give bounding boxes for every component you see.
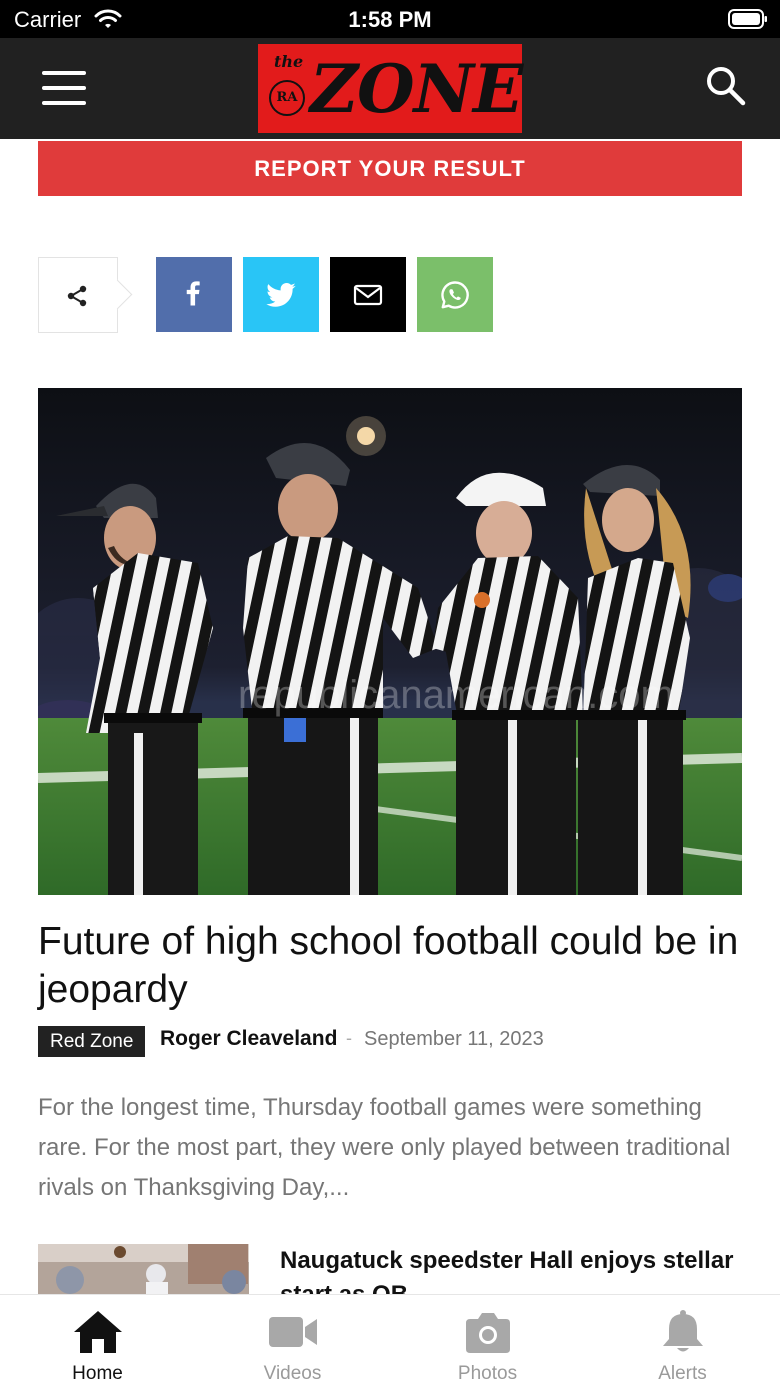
tab-videos[interactable]: Videos <box>195 1295 390 1388</box>
article-hero-image[interactable]: republicanamerican.com <box>38 388 742 895</box>
email-share-button[interactable] <box>330 257 406 332</box>
author-name[interactable]: Roger Cleaveland <box>160 1027 337 1051</box>
app-header: the RA ZONE <box>0 38 780 139</box>
next-article-title[interactable]: Naugatuck speedster Hall enjoys stellar … <box>280 1244 740 1294</box>
article-title[interactable]: Future of high school football could be … <box>38 918 742 1014</box>
meta-separator: - <box>346 1028 352 1048</box>
tab-photos-label: Photos <box>457 1363 518 1384</box>
clock-time: 1:58 PM <box>348 7 432 32</box>
twitter-share-button[interactable] <box>243 257 319 332</box>
report-result-button[interactable]: REPORT YOUR RESULT <box>38 141 742 196</box>
video-camera-icon <box>269 1317 317 1347</box>
logo-small-text: the <box>274 52 304 71</box>
next-article-thumbnail[interactable] <box>38 1244 249 1294</box>
article-meta: Red Zone Roger Cleaveland - September 11… <box>38 1026 742 1057</box>
tab-home[interactable]: Home <box>0 1295 195 1388</box>
bottom-tab-bar: Home Videos Photos Alerts <box>0 1294 780 1388</box>
share-icon <box>67 285 87 307</box>
status-bar: Carrier 1:58 PM <box>0 0 780 38</box>
battery-icon <box>728 9 768 29</box>
publish-date: September 11, 2023 <box>364 1028 544 1050</box>
facebook-share-button[interactable] <box>156 257 232 332</box>
hamburger-icon[interactable] <box>42 71 86 105</box>
whatsapp-icon <box>441 281 469 309</box>
whatsapp-share-button[interactable] <box>417 257 493 332</box>
tab-alerts[interactable]: Alerts <box>585 1295 780 1388</box>
facebook-icon <box>186 281 200 306</box>
logo-main-text: ZONE <box>310 50 523 128</box>
category-badge[interactable]: Red Zone <box>38 1026 146 1057</box>
twitter-icon <box>266 283 296 307</box>
search-icon[interactable] <box>704 64 748 108</box>
image-watermark: republicanamerican.com <box>238 673 674 717</box>
tab-alerts-label: Alerts <box>658 1363 707 1384</box>
logo-badge: RA <box>269 80 305 116</box>
bell-icon <box>663 1310 703 1352</box>
tab-home-label: Home <box>72 1363 123 1384</box>
email-icon <box>353 284 383 306</box>
share-button[interactable] <box>38 257 133 333</box>
home-icon <box>74 1311 122 1353</box>
tab-photos[interactable]: Photos <box>390 1295 585 1388</box>
camera-icon <box>466 1313 510 1353</box>
tab-videos-label: Videos <box>263 1363 322 1384</box>
article-excerpt: For the longest time, Thursday football … <box>38 1094 731 1201</box>
site-logo[interactable]: the RA ZONE <box>258 44 523 133</box>
